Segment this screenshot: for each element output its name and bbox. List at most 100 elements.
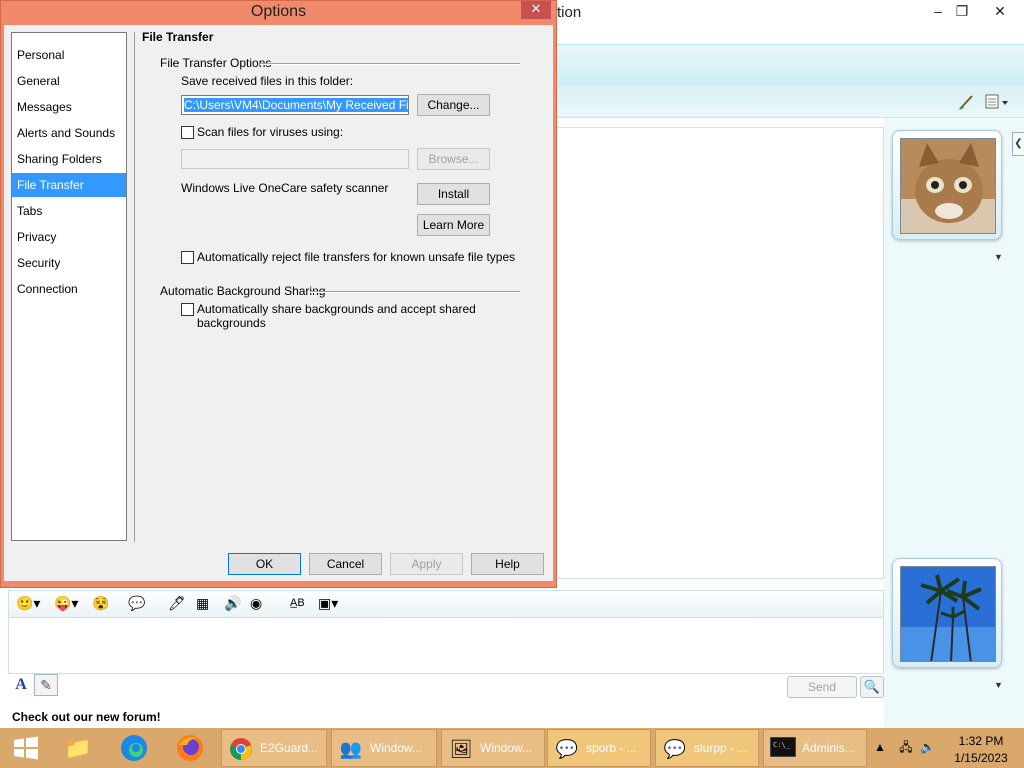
sound-icon[interactable]: 🔊 (224, 594, 241, 612)
task-chat-slurpp[interactable]: 💬 slurpp - ... (655, 729, 759, 767)
nav-item-file-transfer[interactable]: File Transfer (12, 173, 126, 197)
change-folder-button[interactable]: Change... (417, 94, 490, 116)
clock-date[interactable]: 1/15/2023 (951, 751, 1011, 765)
search-icon[interactable]: 🔍 (860, 676, 884, 698)
nav-item-sharing-folders[interactable]: Sharing Folders (12, 147, 126, 171)
task-e2guardian[interactable]: E2Guard... (221, 729, 327, 767)
options-category-list: Personal General Messages Alerts and Sou… (11, 32, 127, 541)
nav-item-tabs[interactable]: Tabs (12, 199, 126, 223)
task-chat-sporb[interactable]: 💬 sporb - ... (547, 729, 651, 767)
task-label: slurpp - ... (694, 741, 748, 755)
page-title: File Transfer (142, 30, 214, 44)
my-picture-dropdown-icon[interactable]: ▼ (994, 680, 1003, 690)
nav-item-privacy[interactable]: Privacy (12, 225, 126, 249)
dialog-body: Personal General Messages Alerts and Sou… (4, 25, 553, 581)
background-sharing-label: Automatic Background Sharing (160, 284, 326, 298)
nudge-icon[interactable]: 😵 (92, 594, 109, 612)
wink-icon[interactable]: 😜▾ (54, 594, 78, 612)
share-backgrounds-label-line1: Automatically share backgrounds and acce… (197, 302, 476, 316)
svg-text:C:\_: C:\_ (773, 741, 791, 749)
reject-unsafe-label: Automatically reject file transfers for … (197, 250, 516, 264)
nav-separator (134, 32, 135, 542)
contact-picture-dropdown-icon[interactable]: ▼ (994, 252, 1003, 262)
dialog-close-button[interactable]: ✕ (521, 1, 551, 19)
install-button[interactable]: Install (417, 183, 490, 205)
my-display-picture[interactable] (892, 558, 1002, 668)
scanner-path-field[interactable] (181, 149, 409, 169)
share-backgrounds-checkbox[interactable] (181, 303, 194, 316)
task-label: E2Guard... (260, 741, 319, 755)
close-button[interactable]: ✕ (986, 0, 1014, 22)
spell-check-icon[interactable]: A̲B (290, 594, 305, 612)
contact-banner (557, 44, 1024, 86)
task-label: Window... (370, 741, 423, 755)
send-file-icon[interactable]: 🖊 (168, 594, 186, 612)
show-hidden-icons-icon[interactable]: ▲ (874, 740, 886, 754)
restore-button[interactable]: ❐ (948, 0, 976, 22)
font-icon[interactable]: A (12, 676, 30, 694)
emoticon-icon[interactable]: 🙂▾ (16, 594, 40, 612)
task-label: sporb - ... (586, 741, 637, 755)
activities-icon[interactable]: ▣▾ (318, 594, 338, 612)
edge-logo (121, 735, 147, 761)
background-icon[interactable]: ▦ (196, 594, 209, 612)
scan-viruses-label: Scan files for viruses using: (197, 125, 344, 139)
learn-more-button[interactable]: Learn More (417, 214, 490, 236)
task-windows-messenger[interactable]: 👥 Window... (331, 729, 437, 767)
browse-button[interactable]: Browse... (417, 148, 490, 170)
task-administrator-cmd[interactable]: C:\_ Adminis... (763, 729, 867, 767)
nav-item-connection[interactable]: Connection (12, 277, 126, 301)
send-button[interactable]: Send (787, 676, 857, 698)
volume-icon[interactable]: 🔈 (920, 740, 935, 754)
clock-time[interactable]: 1:32 PM (951, 734, 1011, 748)
conversation-history[interactable] (557, 127, 884, 579)
start-button[interactable] (0, 728, 52, 768)
nav-item-general[interactable]: General (12, 69, 126, 93)
options-dialog: Options ✕ Personal General Messages Aler… (0, 0, 557, 588)
reject-unsafe-checkbox[interactable] (181, 251, 194, 264)
games-icon[interactable]: ◉ (250, 594, 262, 612)
nav-item-personal[interactable]: Personal (12, 43, 126, 67)
firefox-logo (177, 735, 203, 761)
ok-button[interactable]: OK (228, 553, 301, 575)
cmd-icon: C:\_ (769, 736, 797, 761)
messenger-icon: 👥 (339, 739, 363, 759)
apply-button[interactable]: Apply (390, 553, 463, 575)
nav-item-security[interactable]: Security (12, 251, 126, 275)
message-input[interactable] (8, 618, 884, 674)
conversation-toolbar (557, 86, 1024, 118)
task-windows-window[interactable]: 🖼 Window... (441, 729, 545, 767)
system-tray: ▲ 🖧 🔈 (874, 738, 935, 759)
firefox-icon[interactable] (164, 728, 216, 768)
scan-viruses-checkbox[interactable] (181, 126, 194, 139)
conversation-title: tion (557, 4, 582, 21)
onecare-label: Windows Live OneCare safety scanner (181, 181, 389, 195)
palm-trees-image (900, 566, 996, 662)
edge-icon[interactable] (108, 728, 160, 768)
group-divider (260, 63, 520, 65)
window-thumbnail-icon: 🖼 (449, 739, 473, 759)
cancel-button[interactable]: Cancel (309, 553, 382, 575)
nav-item-alerts-sounds[interactable]: Alerts and Sounds (12, 121, 126, 145)
chrome-icon (228, 737, 254, 761)
nav-item-messages[interactable]: Messages (12, 95, 126, 119)
contact-display-picture[interactable] (892, 130, 1002, 240)
save-folder-label: Save received files in this folder: (181, 74, 354, 88)
collapse-panel-icon[interactable]: ❮ (1012, 132, 1024, 156)
voice-clip-icon[interactable]: 💬 (128, 594, 145, 612)
network-icon[interactable]: 🖧 (899, 740, 912, 754)
layout-options-icon[interactable] (985, 93, 1009, 111)
messenger-chat-icon: 💬 (555, 739, 579, 759)
save-folder-field[interactable]: C:\Users\VM4\Documents\My Received Files (181, 95, 409, 115)
task-label: Window... (480, 741, 533, 755)
messenger-chat-icon: 💬 (663, 739, 687, 759)
dialog-title: Options (250, 3, 307, 20)
handwriting-icon[interactable]: ✎ (34, 674, 58, 696)
save-folder-value: C:\Users\VM4\Documents\My Received Files (184, 98, 408, 112)
file-explorer-icon[interactable]: 📁 (52, 728, 104, 768)
task-label: Adminis... (802, 741, 855, 755)
forum-link[interactable]: Check out our new forum! (12, 710, 161, 724)
help-button[interactable]: Help (471, 553, 544, 575)
file-transfer-options-label: File Transfer Options (160, 56, 272, 70)
paintbrush-icon[interactable] (957, 93, 975, 111)
